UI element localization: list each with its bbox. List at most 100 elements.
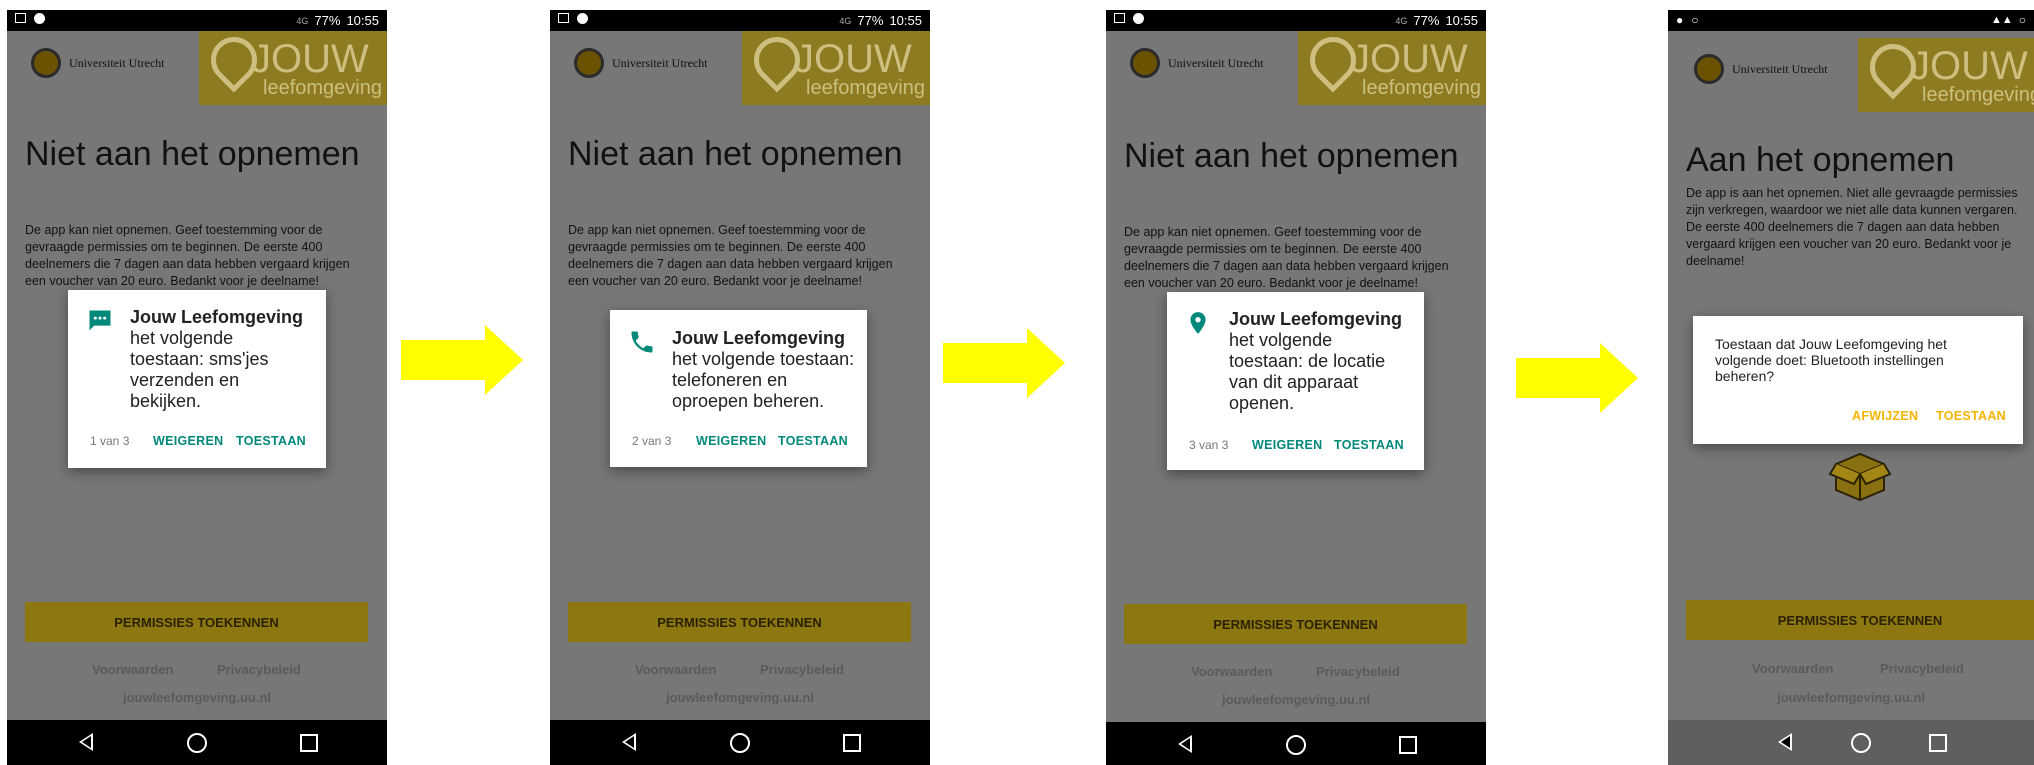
- deny-button[interactable]: WEIGEREN: [696, 434, 766, 448]
- university-seal-icon: [31, 48, 61, 78]
- status-bar: ● ○ ▲▲ ○: [1668, 10, 2034, 31]
- home-icon[interactable]: [1851, 733, 1871, 753]
- university-seal-icon: [1130, 48, 1160, 78]
- home-icon[interactable]: [730, 733, 750, 753]
- brand-logo: JOUW leefomgeving: [1298, 27, 1486, 105]
- phone-screen-4: ● ○ ▲▲ ○ Universiteit Utrecht JOUW leefomge…: [1668, 10, 2034, 765]
- android-nav-bar: [1668, 720, 2034, 765]
- logo-line2: leefomgeving: [1922, 84, 2034, 106]
- privacy-link[interactable]: Privacybeleid: [760, 662, 844, 677]
- phone-screen-2: 4G 77% 10:55 Universiteit Utrecht JOUW leef…: [550, 10, 930, 765]
- status-bar: 4G 77% 10:55: [7, 10, 387, 31]
- location-status-icon: ●: [1676, 13, 1684, 27]
- grant-permissions-button[interactable]: PERMISSIES TOEKENNEN: [25, 602, 368, 642]
- phone-screen-3: 4G 77% 10:55 Universiteit Utrecht JOUW leef…: [1106, 10, 1486, 765]
- sync-icon: ○: [2018, 13, 2026, 27]
- permission-dialog: Jouw Leefomgeving het volgende toestaan: …: [1167, 292, 1424, 470]
- university-logo: Universiteit Utrecht: [574, 48, 708, 78]
- page-title: Niet aan het opnemen: [25, 135, 360, 173]
- image-notification-icon: [558, 13, 569, 23]
- page-title: Niet aan het opnemen: [1124, 137, 1459, 175]
- university-seal-icon: [574, 48, 604, 78]
- brand-logo: JOUW leefomgeving: [1858, 34, 2034, 112]
- dialog-counter: 3 van 3: [1189, 438, 1229, 452]
- phone-screen-1: 4G 77% 10:55 Universiteit Utrecht JOUW leef…: [7, 10, 387, 765]
- battery-label: 77%: [1413, 13, 1440, 28]
- image-notification-icon: [1114, 13, 1125, 23]
- network-label: 4G: [296, 15, 309, 26]
- back-icon[interactable]: [1778, 733, 1792, 751]
- terms-link[interactable]: Voorwaarden: [635, 662, 716, 677]
- recents-icon[interactable]: [1929, 734, 1947, 752]
- clock: 10:55: [346, 13, 379, 28]
- site-link[interactable]: jouwleefomgeving.uu.nl: [1106, 692, 1486, 707]
- site-link[interactable]: jouwleefomgeving.uu.nl: [550, 690, 930, 705]
- university-name: Universiteit Utrecht: [69, 55, 165, 70]
- page-title: Aan het opnemen: [1686, 141, 1955, 179]
- deny-button[interactable]: WEIGEREN: [153, 434, 223, 448]
- back-icon[interactable]: [1178, 735, 1192, 753]
- app-notification-icon: [577, 13, 588, 24]
- network-label: 4G: [839, 15, 852, 26]
- clock: 10:55: [889, 13, 922, 28]
- deny-button[interactable]: AFWIJZEN: [1852, 409, 1918, 423]
- allow-button[interactable]: TOESTAAN: [1936, 409, 2006, 423]
- dialog-text: het volgende toestaan: de locatie van di…: [1229, 330, 1386, 413]
- allow-button[interactable]: TOESTAAN: [236, 434, 306, 448]
- dialog-app-name: Jouw Leefomgeving: [672, 328, 846, 348]
- status-bar: 4G 77% 10:55: [1106, 10, 1486, 31]
- allow-button[interactable]: TOESTAAN: [1334, 438, 1404, 452]
- university-logo: Universiteit Utrecht: [1130, 48, 1264, 78]
- recents-icon[interactable]: [300, 734, 318, 752]
- privacy-link[interactable]: Privacybeleid: [1880, 661, 1964, 676]
- deny-button[interactable]: WEIGEREN: [1252, 438, 1322, 452]
- privacy-link[interactable]: Privacybeleid: [217, 662, 301, 677]
- university-name: Universiteit Utrecht: [1168, 55, 1264, 70]
- home-icon[interactable]: [187, 733, 207, 753]
- grant-permissions-button[interactable]: PERMISSIES TOEKENNEN: [568, 602, 911, 642]
- logo-line2: leefomgeving: [263, 77, 382, 99]
- android-nav-bar: [550, 720, 930, 765]
- university-logo: Universiteit Utrecht: [31, 48, 165, 78]
- allow-button[interactable]: TOESTAAN: [778, 434, 848, 448]
- image-notification-icon: [15, 13, 26, 23]
- box-icon: [1828, 452, 1892, 502]
- terms-link[interactable]: Voorwaarden: [1191, 664, 1272, 679]
- location-outline-status-icon: ○: [1691, 13, 1699, 27]
- recents-icon[interactable]: [843, 734, 861, 752]
- university-seal-icon: [1694, 54, 1724, 84]
- clock: 10:55: [1445, 13, 1478, 28]
- page-description: De app is aan het opnemen. Niet alle gev…: [1686, 186, 2018, 268]
- android-nav-bar: [1106, 722, 1486, 765]
- phone-icon: [631, 331, 653, 353]
- back-icon[interactable]: [622, 733, 636, 751]
- battery-label: 77%: [314, 13, 341, 28]
- grant-permissions-button[interactable]: PERMISSIES TOEKENNEN: [1124, 604, 1467, 644]
- page-title: Niet aan het opnemen: [568, 135, 903, 173]
- brand-logo: JOUW leefomgeving: [742, 27, 930, 105]
- university-name: Universiteit Utrecht: [1732, 61, 1828, 76]
- logo-line1: JOUW: [1350, 37, 1468, 81]
- bluetooth-permission-dialog: Toestaan dat Jouw Leefomgeving het volge…: [1693, 316, 2023, 444]
- logo-line2: leefomgeving: [1362, 77, 1481, 99]
- grant-permissions-button[interactable]: PERMISSIES TOEKENNEN: [1686, 600, 2034, 640]
- logo-line2: leefomgeving: [806, 77, 925, 99]
- battery-label: 77%: [857, 13, 884, 28]
- privacy-link[interactable]: Privacybeleid: [1316, 664, 1400, 679]
- terms-link[interactable]: Voorwaarden: [1752, 661, 1833, 676]
- home-icon[interactable]: [1286, 735, 1306, 755]
- message-icon: [89, 310, 111, 331]
- location-pin-icon: [1190, 312, 1206, 334]
- university-logo: Universiteit Utrecht: [1694, 54, 1828, 84]
- dialog-text: Toestaan dat Jouw Leefomgeving het volge…: [1715, 336, 1947, 384]
- page-description: De app kan niet opnemen. Geef toestemmin…: [1124, 225, 1449, 290]
- terms-link[interactable]: Voorwaarden: [92, 662, 173, 677]
- back-icon[interactable]: [79, 733, 93, 751]
- site-link[interactable]: jouwleefomgeving.uu.nl: [1668, 690, 2034, 705]
- logo-line1: JOUW: [1910, 44, 2028, 88]
- recents-icon[interactable]: [1399, 736, 1417, 754]
- site-link[interactable]: jouwleefomgeving.uu.nl: [7, 690, 387, 705]
- brand-logo: JOUW leefomgeving: [199, 27, 387, 105]
- dialog-counter: 1 van 3: [90, 434, 130, 448]
- dialog-counter: 2 van 3: [632, 434, 672, 448]
